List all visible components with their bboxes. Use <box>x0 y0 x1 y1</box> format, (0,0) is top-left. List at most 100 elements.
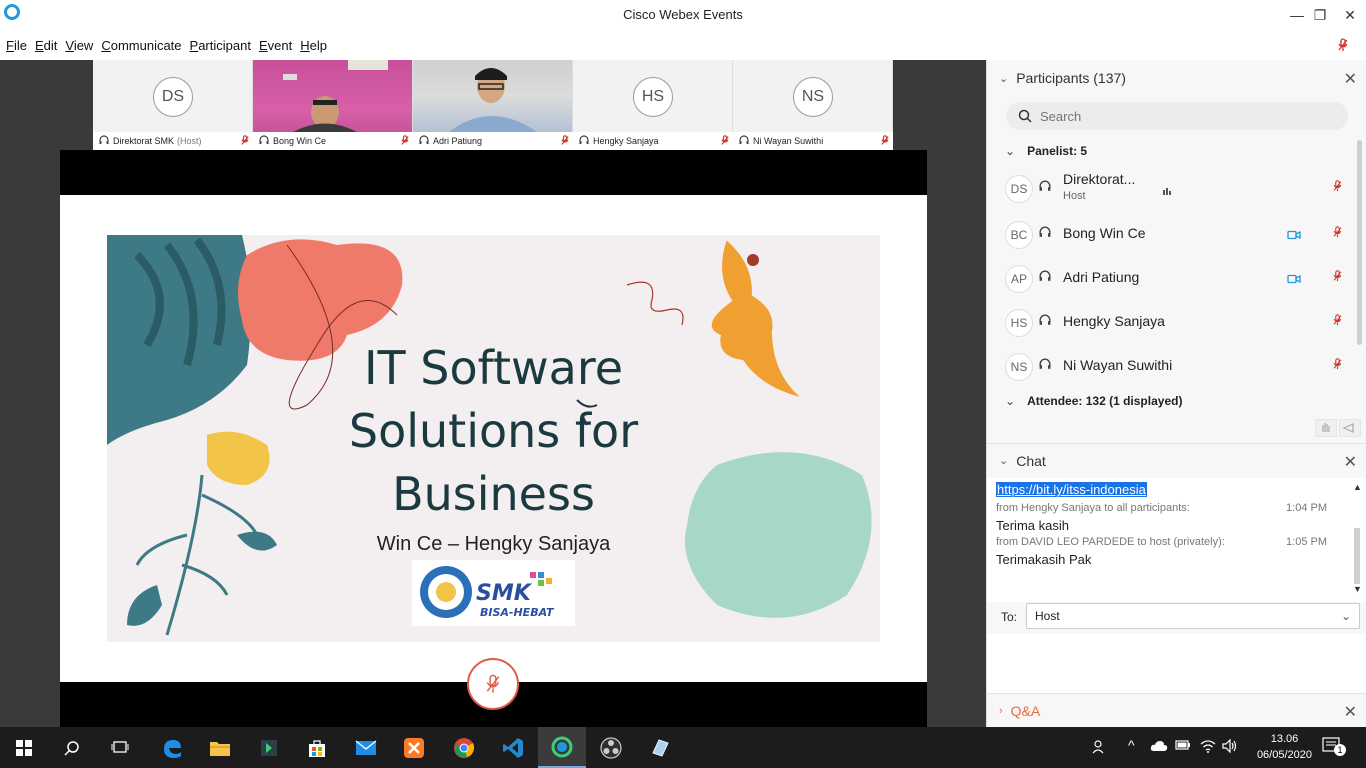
close-participants-icon[interactable]: ✕ <box>1344 69 1357 89</box>
chevron-down-icon[interactable]: ⌄ <box>1005 394 1015 408</box>
taskbar-app-green[interactable] <box>245 727 293 768</box>
muted-mic-icon[interactable] <box>1333 358 1342 373</box>
participant-row[interactable]: NS Ni Wayan Suwithi <box>987 344 1357 388</box>
participant-name: Hengky Sanjaya <box>593 136 659 146</box>
volume-icon[interactable] <box>1222 738 1238 756</box>
chat-message: Terimakasih Pak <box>996 552 1092 567</box>
attendee-group-header[interactable]: ⌄ Attendee: 132 (1 displayed) <box>1005 394 1182 408</box>
taskbar-webex[interactable] <box>538 727 586 768</box>
menu-view[interactable]: View <box>65 38 93 53</box>
chat-scrollbar[interactable]: ▲ ▼ <box>1353 482 1362 594</box>
attendee-count: Attendee: 132 (1 displayed) <box>1027 394 1183 408</box>
show-hidden-icons[interactable]: ^ <box>1128 737 1135 753</box>
participant-row[interactable]: AP Adri Patiung <box>987 256 1357 300</box>
muted-mic-icon[interactable] <box>1338 38 1348 55</box>
headset-icon <box>1039 314 1051 329</box>
thumbnail-bong-win-ce[interactable]: Bong Win Ce <box>253 60 413 150</box>
muted-mic-icon[interactable] <box>1333 226 1342 241</box>
chevron-down-icon[interactable]: ⌄ <box>999 72 1008 85</box>
menu-edit[interactable]: Edit <box>35 38 57 53</box>
window-title: Cisco Webex Events <box>623 7 743 22</box>
headset-icon <box>1039 226 1051 241</box>
search-input[interactable] <box>1040 108 1330 124</box>
video-camera-icon[interactable] <box>1287 272 1301 287</box>
clock-date: 06/05/2020 <box>1256 749 1312 761</box>
taskbar-mail[interactable] <box>342 727 390 768</box>
participants-scrollbar[interactable] <box>1357 140 1362 345</box>
system-clock[interactable]: 13.06 06/05/2020 <box>1257 731 1312 763</box>
participant-name: Hengky Sanjaya <box>1063 313 1165 329</box>
close-button[interactable]: ✕ <box>1327 0 1366 30</box>
headset-icon <box>99 135 109 147</box>
muted-mic-icon[interactable] <box>1333 270 1342 285</box>
cloud-icon[interactable] <box>1150 739 1168 756</box>
thumbnail-adri-patiung[interactable]: Adri Patiung <box>413 60 573 150</box>
participant-row[interactable]: BC Bong Win Ce <box>987 212 1357 256</box>
avatar: DS <box>153 77 193 117</box>
raise-hand-icon[interactable] <box>1314 418 1338 440</box>
chat-input-area[interactable] <box>987 634 1366 694</box>
participant-name: Direktorat SMK <box>113 136 175 146</box>
menu-participant[interactable]: Participant <box>190 38 251 53</box>
headset-icon <box>1039 180 1051 195</box>
taskbar-store[interactable] <box>293 727 341 768</box>
taskbar-file-explorer[interactable] <box>196 727 244 768</box>
presentation-slide: IT Software Solutions for Business Win C… <box>60 195 927 682</box>
menu-event[interactable]: Event <box>259 38 292 53</box>
search-icon <box>1018 109 1032 126</box>
thumbnail-hengky-sanjaya[interactable]: HS Hengky Sanjaya <box>573 60 733 150</box>
chat-title: Chat <box>1016 452 1046 469</box>
menu-help[interactable]: Help <box>300 38 327 53</box>
menu-file[interactable]: File <box>6 38 27 53</box>
chat-link[interactable]: https://bit.ly/itss-indonesia <box>996 482 1147 497</box>
main-stage: DS Direktorat SMK (Host) Bong Win Ce Adr… <box>0 60 986 727</box>
chevron-down-icon[interactable]: ⌄ <box>999 454 1008 467</box>
taskbar-edge[interactable] <box>148 727 196 768</box>
close-chat-icon[interactable]: ✕ <box>1344 452 1357 472</box>
taskbar-xampp[interactable] <box>390 727 438 768</box>
qa-panel-header[interactable]: › Q&A ✕ <box>987 693 1366 727</box>
muted-mic-icon[interactable] <box>1333 314 1342 329</box>
webex-icon <box>551 736 573 757</box>
taskbar-obs[interactable] <box>587 727 635 768</box>
taskbar-vscode[interactable] <box>489 727 537 768</box>
video-camera-icon[interactable] <box>1287 228 1301 243</box>
start-button[interactable] <box>0 727 48 768</box>
wifi-icon[interactable] <box>1200 739 1216 756</box>
participant-row[interactable]: HS Hengky Sanjaya <box>987 300 1357 344</box>
participant-name: Ni Wayan Suwithi <box>753 136 824 146</box>
lower-hand-icon[interactable] <box>1338 418 1362 440</box>
chevron-down-icon[interactable]: ⌄ <box>1341 604 1351 628</box>
clock-time: 13.06 <box>1270 733 1299 745</box>
participant-row[interactable]: DS Direktorat... Host <box>987 166 1357 210</box>
people-icon[interactable] <box>1092 739 1108 758</box>
task-view-button[interactable] <box>96 727 144 768</box>
search-icon <box>64 740 79 756</box>
menu-communicate[interactable]: Communicate <box>101 38 181 53</box>
panelist-group-header[interactable]: ⌄ Panelist: 5 <box>1005 144 1087 158</box>
search-button[interactable] <box>48 727 96 768</box>
mail-icon <box>355 739 377 755</box>
video-thumbnail-strip: DS Direktorat SMK (Host) Bong Win Ce Adr… <box>93 60 893 150</box>
participants-panel-header[interactable]: ⌄ Participants (137) ✕ <box>987 61 1366 95</box>
chevron-right-icon[interactable]: › <box>999 705 1003 717</box>
notification-icon[interactable]: 1 <box>1322 736 1346 759</box>
floating-mute-button[interactable] <box>467 658 519 710</box>
taskbar-chrome[interactable] <box>440 727 488 768</box>
participant-search[interactable] <box>1006 102 1348 130</box>
app-icon <box>652 738 669 757</box>
recipient-select[interactable]: Host ⌄ <box>1026 603 1360 629</box>
chevron-down-icon[interactable]: ⌄ <box>1005 144 1015 158</box>
slide-title-line: Business <box>392 467 595 521</box>
avatar: NS <box>793 77 833 117</box>
taskbar-app-blue[interactable] <box>636 727 684 768</box>
chat-panel-header[interactable]: ⌄ Chat ✕ <box>987 443 1366 477</box>
close-qa-icon[interactable]: ✕ <box>1344 702 1357 722</box>
thumbnail-ni-wayan-suwithi[interactable]: NS Ni Wayan Suwithi <box>733 60 893 150</box>
battery-icon[interactable] <box>1175 739 1191 754</box>
headset-icon <box>419 135 429 147</box>
muted-mic-icon[interactable] <box>1333 180 1342 195</box>
to-label: To: <box>1001 610 1018 624</box>
thumbnail-direktorat-smk[interactable]: DS Direktorat SMK (Host) <box>93 60 253 150</box>
muted-mic-icon <box>241 135 249 148</box>
